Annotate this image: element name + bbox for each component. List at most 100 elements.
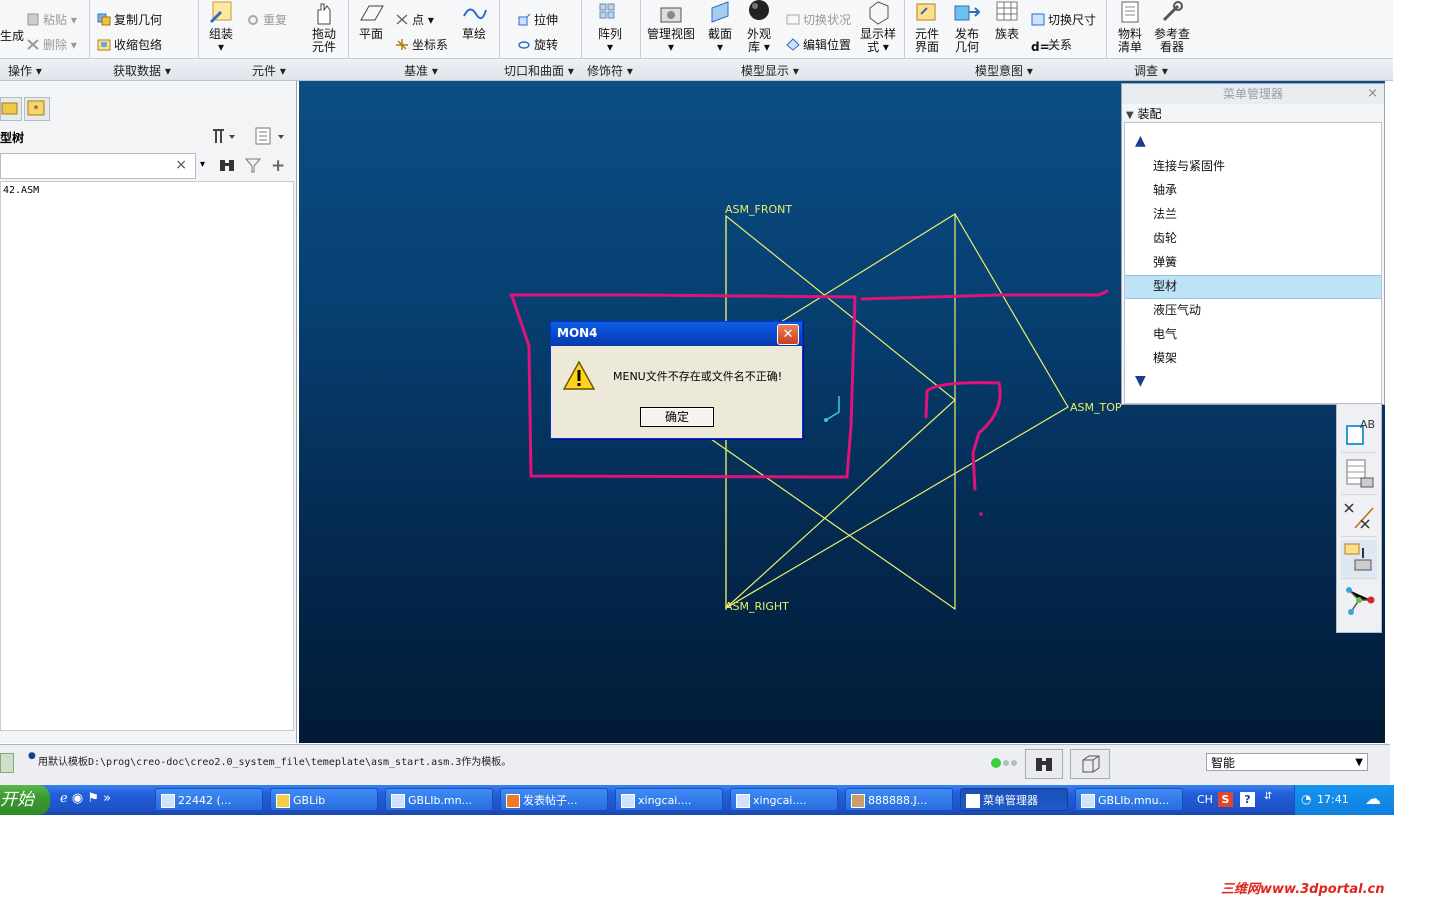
datum-label-top[interactable]: ASM_TOP bbox=[1070, 401, 1122, 414]
drag-components-button[interactable]: 拖动 元件 bbox=[306, 0, 342, 54]
group-cut-surface-label: 切口和曲面 bbox=[504, 64, 565, 78]
taskbar-item-6[interactable]: xingcai.... bbox=[730, 788, 838, 811]
component-interface-button[interactable]: 元件 界面 bbox=[910, 0, 944, 54]
group-operations[interactable]: 操作 ▾ bbox=[8, 62, 42, 79]
weather-icon[interactable]: ☁ bbox=[1365, 789, 1381, 808]
menu-manager-title-bar[interactable]: 菜单管理器 × bbox=[1122, 84, 1384, 104]
tree-settings-button[interactable] bbox=[210, 127, 240, 148]
menu-item-springs[interactable]: 弹簧 bbox=[1153, 253, 1177, 270]
assemble-button[interactable]: 组装 ▾ bbox=[204, 0, 238, 54]
taskbar-item-8[interactable]: 菜单管理器 bbox=[960, 788, 1068, 811]
pattern-button[interactable]: 阵列 ▾ bbox=[593, 0, 627, 54]
menu-item-flanges[interactable]: 法兰 bbox=[1153, 205, 1177, 222]
group-component[interactable]: 元件 ▾ bbox=[252, 62, 286, 79]
appearance-gallery-button[interactable]: 外观库 ▾ bbox=[742, 0, 776, 54]
dialog-close-button[interactable]: ✕ bbox=[777, 324, 799, 345]
start-button[interactable]: 开始 bbox=[0, 785, 50, 815]
add-column-icon[interactable]: + bbox=[271, 156, 285, 176]
family-table-button[interactable]: 族表 bbox=[990, 0, 1024, 41]
bill-of-materials-button[interactable]: 物料 清单 bbox=[1113, 0, 1147, 54]
taskbar-item-2[interactable]: GBLib bbox=[270, 788, 378, 811]
taskbar-item-9[interactable]: GBLIb.mnu... bbox=[1075, 788, 1183, 811]
group-modifiers[interactable]: 修饰符 ▾ bbox=[587, 62, 633, 79]
tree-search-input[interactable]: × bbox=[0, 153, 196, 179]
saved-view-tool-button[interactable] bbox=[1341, 456, 1377, 495]
help-icon[interactable]: ? bbox=[1240, 792, 1255, 807]
sketch-button[interactable]: 草绘 bbox=[457, 0, 491, 41]
clear-search-icon[interactable]: × bbox=[175, 157, 187, 173]
menu-item-gears[interactable]: 齿轮 bbox=[1153, 229, 1177, 246]
find-button[interactable] bbox=[218, 157, 236, 176]
ime-s-icon[interactable]: S bbox=[1218, 792, 1233, 807]
search-dropdown-icon[interactable]: ▾ bbox=[200, 159, 205, 170]
ie-icon[interactable]: ℯ bbox=[60, 791, 68, 806]
datum-display-tool-button[interactable] bbox=[1341, 498, 1377, 537]
generate-partial-button[interactable]: 生成 bbox=[0, 27, 24, 44]
datum-label-front[interactable]: ASM_FRONT bbox=[725, 203, 792, 216]
copy-geometry-button[interactable]: 复制几何 bbox=[97, 11, 162, 28]
group-investigate[interactable]: 调查 ▾ bbox=[1134, 62, 1168, 79]
speaker-icon[interactable]: ◔ bbox=[1301, 792, 1311, 806]
display-style-button[interactable]: 显示样式 ▾ bbox=[858, 0, 898, 54]
selection-filter-select[interactable]: 智能 ▼ bbox=[1206, 753, 1368, 771]
point-button[interactable]: 点 ▾ bbox=[395, 11, 434, 28]
plane-button[interactable]: 平面 bbox=[354, 0, 388, 41]
switch-dimensions-button[interactable]: 切换尺寸 bbox=[1031, 11, 1096, 28]
menu-section-header[interactable]: ▼ 装配 bbox=[1126, 105, 1162, 122]
switch-status-button[interactable]: 切换状况 bbox=[786, 11, 851, 28]
menu-item-bearings[interactable]: 轴承 bbox=[1153, 181, 1177, 198]
taskbar-item-5[interactable]: xingcai.... bbox=[615, 788, 723, 811]
menu-item-mold-base[interactable]: 模架 bbox=[1153, 349, 1177, 366]
reference-viewer-button[interactable]: 参考查 看器 bbox=[1152, 0, 1192, 54]
menu-manager-close-icon[interactable]: × bbox=[1367, 84, 1378, 104]
menu-item-profiles[interactable]: 型材 bbox=[1153, 277, 1177, 294]
group-model-display[interactable]: 模型显示 ▾ bbox=[741, 62, 799, 79]
input-language-indicator[interactable]: CH bbox=[1197, 793, 1213, 806]
group-datum[interactable]: 基准 ▾ bbox=[404, 62, 438, 79]
edit-position-button[interactable]: 编辑位置 bbox=[786, 36, 851, 53]
menu-item-hydraulic-pneumatic[interactable]: 液压气动 bbox=[1153, 301, 1201, 318]
menu-item-electrical[interactable]: 电气 bbox=[1153, 325, 1177, 342]
scroll-down-icon[interactable]: ▼ bbox=[1135, 373, 1146, 389]
datum-label-right[interactable]: ASM_RIGHT bbox=[725, 600, 789, 613]
tree-show-button[interactable] bbox=[254, 127, 288, 148]
relations-button[interactable]: d=关系 bbox=[1031, 36, 1072, 54]
clock[interactable]: 17:41 bbox=[1317, 793, 1349, 806]
redo-button[interactable]: 重复 bbox=[246, 11, 287, 28]
section-button[interactable]: 截面 ▾ bbox=[703, 0, 737, 54]
ok-button[interactable]: 确定 bbox=[640, 407, 714, 427]
group-get-data[interactable]: 获取数据 ▾ bbox=[113, 62, 171, 79]
annotation-tool-button[interactable]: AB bbox=[1341, 414, 1377, 453]
more-icon[interactable]: » bbox=[103, 791, 111, 806]
publish-geometry-button[interactable]: 发布 几何 bbox=[950, 0, 984, 54]
filter-button[interactable] bbox=[244, 157, 262, 176]
shrinkwrap-button[interactable]: 收缩包络 bbox=[97, 36, 162, 53]
warning-icon bbox=[562, 360, 596, 390]
coordinate-system-button[interactable]: 坐标系 bbox=[395, 36, 448, 53]
menu-item-connectors-fasteners[interactable]: 连接与紧固件 bbox=[1153, 157, 1225, 174]
tree-item-root-assembly[interactable]: 42.ASM bbox=[3, 185, 39, 196]
component-display-tool-button[interactable] bbox=[1341, 540, 1377, 579]
group-model-intent[interactable]: 模型意图 ▾ bbox=[975, 62, 1033, 79]
extrude-button[interactable]: 拉伸 bbox=[517, 11, 558, 28]
revolve-button[interactable]: 旋转 bbox=[517, 36, 558, 53]
paste-button[interactable]: 粘贴 ▾ bbox=[26, 11, 77, 28]
favorites-tab[interactable]: * bbox=[24, 97, 50, 121]
delete-button[interactable]: 删除 ▾ bbox=[26, 36, 77, 53]
group-cut-surface[interactable]: 切口和曲面 ▾ bbox=[504, 62, 574, 79]
taskbar-item-1[interactable]: 22442 (... bbox=[155, 788, 263, 811]
reference-graph-tool-button[interactable] bbox=[1341, 582, 1377, 620]
manage-views-button[interactable]: 管理视图 ▾ bbox=[645, 0, 697, 54]
status-toggle-icon[interactable] bbox=[0, 753, 14, 773]
app-icon[interactable]: ⚑ bbox=[87, 791, 99, 806]
folder-tab[interactable] bbox=[0, 97, 22, 121]
taskbar-item-3[interactable]: GBLIb.mn... bbox=[385, 788, 493, 811]
browser-icon[interactable]: ◉ bbox=[72, 791, 83, 806]
taskbar-item-4[interactable]: 发表帖子... bbox=[500, 788, 608, 811]
scroll-up-icon[interactable]: ▲ bbox=[1135, 133, 1146, 149]
selection-filter-button[interactable] bbox=[1070, 749, 1110, 779]
dialog-title-bar[interactable]: MON4 ✕ bbox=[551, 322, 802, 346]
find-tool-button[interactable] bbox=[1025, 749, 1063, 779]
ime-arrows-icon[interactable]: ⇵ bbox=[1264, 791, 1272, 802]
taskbar-item-7[interactable]: 888888.J... bbox=[845, 788, 953, 811]
